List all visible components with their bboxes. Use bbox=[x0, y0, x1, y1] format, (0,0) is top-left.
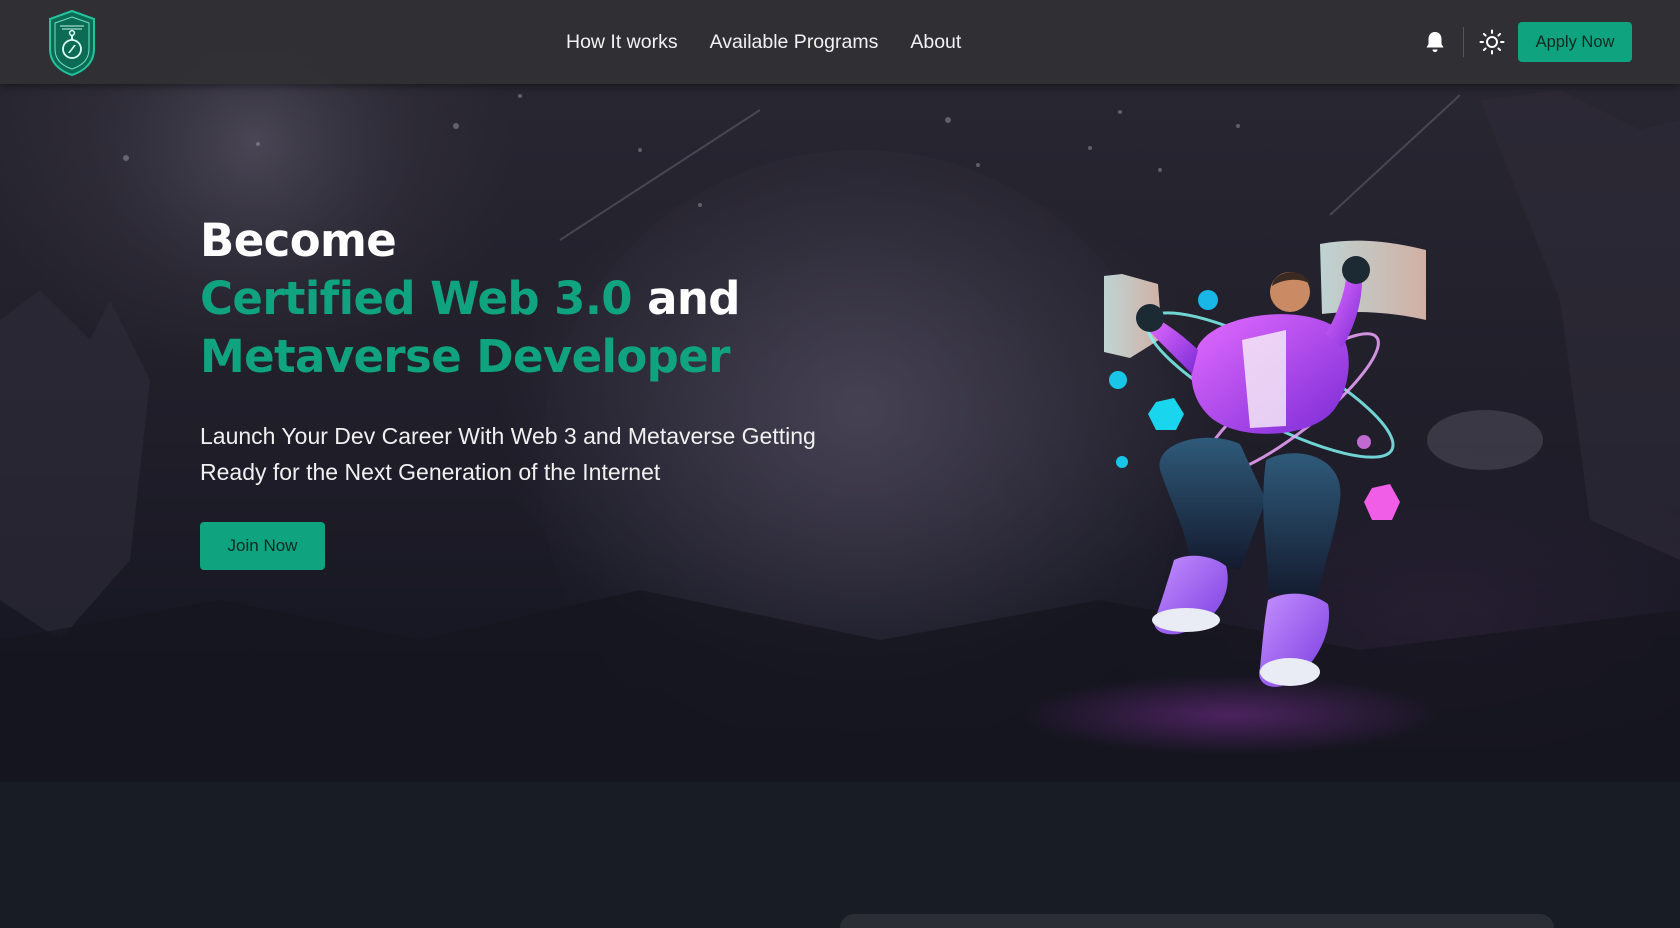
nav-divider bbox=[1463, 27, 1464, 57]
nav-link-how-it-works[interactable]: How It works bbox=[566, 31, 678, 54]
hero-headline: Become Certified Web 3.0 and Metaverse D… bbox=[200, 212, 840, 386]
sun-icon[interactable] bbox=[1479, 29, 1505, 55]
top-navbar: How It works Available Programs About Ap… bbox=[0, 0, 1680, 84]
headline-become: Become bbox=[200, 214, 397, 267]
apply-now-button[interactable]: Apply Now bbox=[1518, 22, 1632, 62]
next-section bbox=[0, 782, 1680, 928]
bell-icon[interactable] bbox=[1424, 30, 1446, 54]
hero-subtext-line-1: Launch Your Dev Career With Web 3 and Me… bbox=[200, 423, 816, 449]
join-now-button[interactable]: Join Now bbox=[200, 522, 325, 570]
compass-shield-logo[interactable] bbox=[46, 9, 98, 77]
hero-subtext: Launch Your Dev Career With Web 3 and Me… bbox=[200, 418, 840, 490]
section-card-edge bbox=[840, 914, 1554, 928]
nav-link-about[interactable]: About bbox=[910, 31, 961, 54]
headline-metaverse-developer: Metaverse Developer bbox=[200, 330, 730, 383]
headline-certified-web3: Certified Web 3.0 bbox=[200, 272, 633, 325]
metaverse-developer-figure bbox=[1104, 240, 1426, 687]
main-nav: How It works Available Programs About bbox=[566, 0, 961, 84]
nav-link-available-programs[interactable]: Available Programs bbox=[710, 31, 879, 54]
headline-and: and bbox=[632, 272, 740, 325]
hero-subtext-line-2: Ready for the Next Generation of the Int… bbox=[200, 459, 661, 485]
